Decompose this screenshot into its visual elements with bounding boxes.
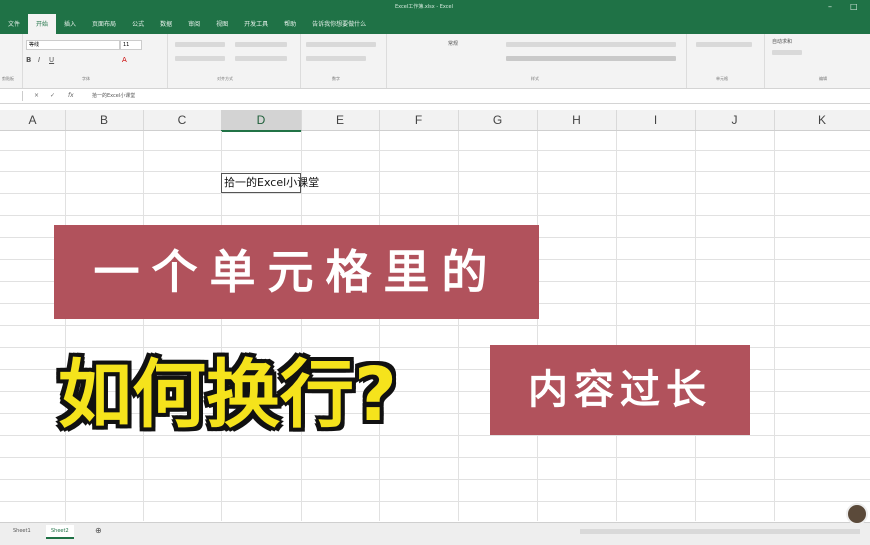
title-bar: Excel工作簿.xlsx - Excel – □ 文件 开始 插入 页面布局 …: [0, 0, 870, 34]
tab-developer[interactable]: 开发工具: [236, 14, 276, 34]
column-header-j[interactable]: J: [695, 110, 775, 130]
clipboard-group: 剪贴板: [0, 34, 23, 88]
number-format-select[interactable]: 常规: [448, 40, 488, 48]
caption-banner-1: 一个单元格里的: [54, 225, 539, 319]
tab-view[interactable]: 视图: [208, 14, 236, 34]
sheet-tab-bar: Sheet1 Sheet2 ⊕: [0, 522, 870, 545]
fx-icon[interactable]: fx: [68, 92, 74, 99]
column-header-e[interactable]: E: [301, 110, 380, 130]
name-box[interactable]: [0, 91, 23, 101]
underline-button[interactable]: U: [49, 56, 54, 64]
column-header-k[interactable]: K: [774, 110, 870, 130]
number-group: 数字: [300, 34, 387, 88]
bold-button[interactable]: B: [26, 56, 31, 64]
add-sheet-icon[interactable]: ⊕: [90, 525, 107, 537]
active-cell-d3[interactable]: 拾一的Excel小课堂: [221, 173, 319, 193]
column-header-f[interactable]: F: [379, 110, 459, 130]
column-header-h[interactable]: H: [537, 110, 617, 130]
cancel-icon[interactable]: ×: [34, 92, 39, 99]
tab-formulas[interactable]: 公式: [124, 14, 152, 34]
tab-file[interactable]: 文件: [0, 14, 28, 34]
tab-home[interactable]: 开始: [28, 14, 57, 34]
font-color-icon[interactable]: A: [122, 56, 127, 64]
clipboard-group-label: 剪贴板: [2, 76, 14, 81]
tab-page-layout[interactable]: 页面布局: [84, 14, 124, 34]
tab-review[interactable]: 审阅: [180, 14, 208, 34]
tab-data[interactable]: 数据: [152, 14, 180, 34]
ribbon: 剪贴板 等线 11 B I U A 字体 对齐方式 数字 常规 样式 单元格 自…: [0, 34, 870, 89]
font-group-label: 字体: [82, 76, 90, 81]
ribbon-tabs: 文件 开始 插入 页面布局 公式 数据 审阅 视图 开发工具 帮助 告诉我你想要…: [0, 14, 374, 34]
editing-group: 自动求和 编辑: [764, 34, 870, 88]
alignment-group-label: 对齐方式: [217, 76, 233, 81]
avatar: [846, 503, 868, 525]
tab-help[interactable]: 帮助: [276, 14, 304, 34]
font-size-select[interactable]: 11: [120, 40, 142, 50]
formula-bar: × ✓ fx 拾一的Excel小课堂: [0, 89, 870, 104]
editing-group-label: 编辑: [819, 76, 827, 81]
maximize-button[interactable]: □: [850, 2, 858, 11]
worksheet-grid[interactable]: [0, 131, 870, 521]
column-header-b[interactable]: B: [65, 110, 144, 130]
tab-insert[interactable]: 插入: [56, 14, 84, 34]
column-header-g[interactable]: G: [458, 110, 538, 130]
minimize-button[interactable]: –: [828, 2, 832, 11]
window-title: Excel工作簿.xlsx - Excel: [395, 4, 453, 10]
sheet-tab-2[interactable]: Sheet2: [46, 525, 74, 539]
cells-group: 单元格: [686, 34, 765, 88]
number-group-label: 数字: [332, 76, 340, 81]
caption-title: 如何换行?: [58, 352, 397, 438]
column-headers: A B C D E F G H I J K: [0, 110, 870, 132]
column-header-i[interactable]: I: [616, 110, 696, 130]
horizontal-scrollbar[interactable]: [580, 529, 860, 534]
font-name-select[interactable]: 等线: [26, 40, 120, 50]
italic-button[interactable]: I: [38, 56, 40, 64]
cells-group-label: 单元格: [716, 76, 728, 81]
column-header-c[interactable]: C: [143, 110, 222, 130]
column-header-a[interactable]: A: [0, 110, 66, 130]
formula-input[interactable]: 拾一的Excel小课堂: [92, 92, 135, 99]
font-group: 等线 11 B I U A 字体: [22, 34, 168, 88]
sheet-tab-1[interactable]: Sheet1: [8, 525, 36, 537]
alignment-group: 对齐方式: [167, 34, 301, 88]
column-header-d[interactable]: D: [221, 110, 302, 132]
styles-group: 常规 样式: [386, 34, 687, 88]
autosum-button[interactable]: 自动求和: [772, 38, 792, 45]
styles-group-label: 样式: [531, 76, 539, 81]
tell-me-search[interactable]: 告诉我你想要做什么: [304, 14, 374, 34]
enter-icon[interactable]: ✓: [50, 92, 55, 99]
caption-banner-2: 内容过长: [490, 345, 750, 435]
